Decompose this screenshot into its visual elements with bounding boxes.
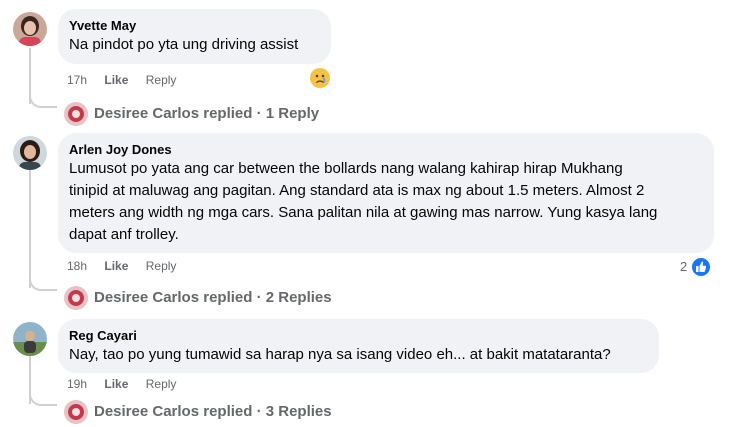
comment-time[interactable]: 17h <box>67 73 87 87</box>
like-button[interactable]: Like <box>104 73 128 87</box>
comment-author[interactable]: Yvette May <box>69 17 319 34</box>
comment-text: Na pindot po yta ung driving assist <box>69 36 299 53</box>
comment-time[interactable]: 18h <box>67 259 87 273</box>
comment-time[interactable]: 19h <box>67 377 87 391</box>
view-replies-link[interactable]: Desiree Carlos replied · 1 Reply <box>94 104 319 124</box>
like-icon[interactable] <box>691 257 711 277</box>
view-replies-row[interactable]: Desiree Carlos replied · 3 Replies <box>0 399 750 425</box>
reply-button[interactable]: Reply <box>146 377 177 391</box>
comment-text-line: Lumusot po yata ang car between the boll… <box>69 160 623 177</box>
comment-text-line: dapat anf trolley. <box>69 226 179 243</box>
comment-text-line: meters ang width ng mga cars. Sana palit… <box>69 204 658 221</box>
comment-bubble: Reg Cayari Nay, tao po yung tumawid sa h… <box>58 319 659 373</box>
like-button[interactable]: Like <box>104 377 128 391</box>
comment-actions: 18h Like Reply <box>67 258 190 274</box>
avatar-desiree-carlos <box>64 102 88 126</box>
thread-line <box>29 170 31 288</box>
avatar-desiree-carlos <box>64 286 88 310</box>
avatar-yvette-may[interactable] <box>13 12 47 46</box>
comment-actions: 17h Like Reply <box>67 72 190 88</box>
view-replies-link[interactable]: Desiree Carlos replied · 3 Replies <box>94 402 332 422</box>
sad-emoji-icon[interactable] <box>310 68 330 88</box>
comment-text-line: tinipid at maluwag ang pagitan. Ang stan… <box>69 182 645 199</box>
comment-actions: 19h Like Reply <box>67 376 190 392</box>
comment-author[interactable]: Arlen Joy Dones <box>69 141 702 158</box>
avatar-arlen-joy-dones[interactable] <box>13 136 47 170</box>
reaction-count[interactable]: 2 <box>680 259 687 274</box>
comment-bubble: Yvette May Na pindot po yta ung driving … <box>58 9 331 64</box>
avatar-reg-cayari[interactable] <box>13 322 47 356</box>
comment-author[interactable]: Reg Cayari <box>69 327 647 344</box>
like-button[interactable]: Like <box>104 259 128 273</box>
reply-button[interactable]: Reply <box>146 259 177 273</box>
avatar-desiree-carlos <box>64 400 88 424</box>
reply-button[interactable]: Reply <box>146 73 177 87</box>
comment-bubble: Arlen Joy Dones Lumusot po yata ang car … <box>58 133 714 253</box>
comment-text: Nay, tao po yung tumawid sa harap nya sa… <box>69 346 611 363</box>
view-replies-row[interactable]: Desiree Carlos replied · 1 Reply <box>0 101 750 127</box>
view-replies-row[interactable]: Desiree Carlos replied · 2 Replies <box>0 285 750 311</box>
view-replies-link[interactable]: Desiree Carlos replied · 2 Replies <box>94 288 332 308</box>
